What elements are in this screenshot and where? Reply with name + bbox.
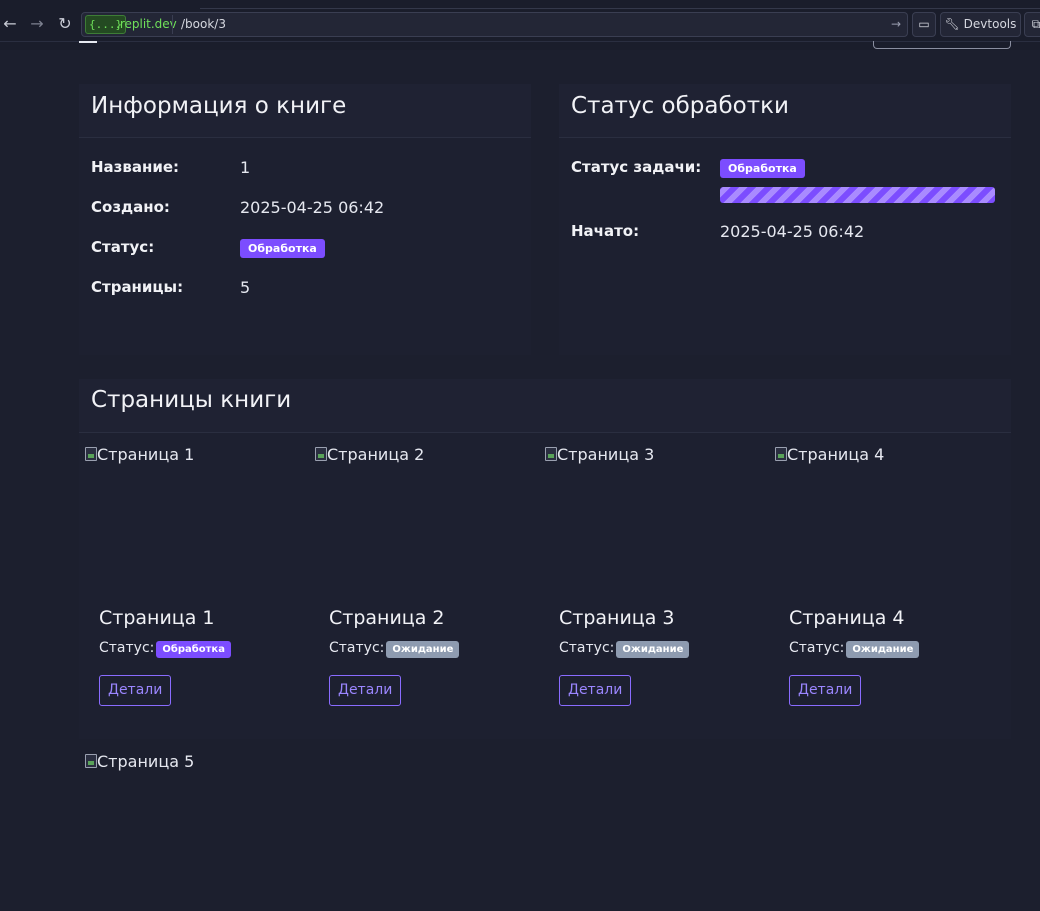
address-bar[interactable]: {...} .replit.dev /book/3 →: [81, 12, 908, 37]
page-status-badge: Обработка: [156, 641, 231, 658]
page-card: Страница 5: [79, 742, 309, 911]
menu-icon[interactable]: [79, 41, 97, 43]
page-status-badge: Ожидание: [616, 641, 690, 658]
details-button[interactable]: Детали: [329, 675, 402, 706]
book-pages-card: Страницы книги Страница 1 Страница 1 Ста…: [79, 379, 1011, 739]
title-value: 1: [240, 158, 251, 177]
card-header: Информация о книге: [79, 84, 531, 138]
broken-image-icon: [775, 447, 787, 461]
task-status-label: Статус задачи:: [571, 158, 702, 176]
details-button[interactable]: Детали: [789, 675, 862, 706]
processing-status-card: Статус обработки Статус задачи: Обработк…: [559, 84, 1011, 355]
toolbar-top-edge: [200, 0, 1040, 9]
pages-count-label: Страницы:: [91, 278, 184, 296]
created-value: 2025-04-25 06:42: [240, 198, 385, 217]
status-badge: Обработка: [240, 239, 325, 258]
open-new-window-icon[interactable]: ⧉: [1024, 12, 1040, 37]
details-button[interactable]: Детали: [559, 675, 632, 706]
page-image[interactable]: Страница 5: [85, 752, 194, 771]
page-image-alt: Страница 5: [97, 752, 195, 771]
page-status-label: Статус:: [559, 640, 615, 656]
created-label: Создано:: [91, 198, 170, 216]
page-status-badge: Ожидание: [846, 641, 920, 658]
devtools-label: Devtools: [963, 17, 1017, 31]
details-button[interactable]: Детали: [99, 675, 172, 706]
back-icon[interactable]: ←: [0, 14, 20, 34]
forward-icon[interactable]: →: [27, 14, 47, 34]
page-status-badge: Ожидание: [386, 641, 460, 658]
started-label: Начато:: [571, 222, 640, 240]
page-card: Страница 2 Страница 2 Статус: Ожидание Де…: [309, 433, 533, 733]
page-image[interactable]: Страница 1: [85, 445, 194, 464]
page-status: Статус: Ожидание: [329, 640, 460, 658]
reload-icon[interactable]: ↻: [55, 14, 75, 34]
page-title: Страница 2: [329, 607, 445, 629]
card-header: Статус обработки: [559, 84, 1011, 138]
page-image[interactable]: Страница 3: [545, 445, 654, 464]
broken-image-icon: [85, 447, 97, 461]
broken-image-icon: [315, 447, 327, 461]
page-title: Страница 3: [559, 607, 675, 629]
devtools-button[interactable]: 🔧︎ Devtools: [940, 12, 1021, 37]
page-status-label: Статус:: [329, 640, 385, 656]
book-info-title: Информация о книге: [91, 93, 347, 119]
started-value: 2025-04-25 06:42: [720, 222, 865, 241]
task-status-badge: Обработка: [720, 159, 805, 178]
page-image-alt: Страница 3: [557, 445, 655, 464]
status-label: Статус:: [91, 238, 155, 256]
url-path[interactable]: /book/3: [181, 16, 226, 33]
page-status: Статус: Ожидание: [559, 640, 690, 658]
screen-icon[interactable]: ▭: [912, 12, 936, 37]
page-status-label: Статус:: [99, 640, 155, 656]
page-image-alt: Страница 1: [97, 445, 195, 464]
page-image-alt: Страница 4: [787, 445, 885, 464]
book-pages-title: Страницы книги: [91, 387, 292, 413]
broken-image-icon: [85, 754, 97, 768]
wrench-icon: 🔧︎: [944, 17, 960, 31]
page-card: Страница 1 Страница 1 Статус: Обработка Д…: [79, 433, 303, 733]
card-header: Страницы книги: [79, 379, 1011, 433]
url-domain: .replit.dev: [116, 17, 177, 31]
page-status: Статус: Ожидание: [789, 640, 920, 658]
book-info-card: Информация о книге Название: 1 Создано: …: [79, 84, 531, 355]
page-status-label: Статус:: [789, 640, 845, 656]
page-card: Страница 4 Страница 4 Статус: Ожидание Де…: [769, 433, 993, 733]
page-card: Страница 3 Страница 3 Статус: Ожидание Де…: [539, 433, 763, 733]
page-image[interactable]: Страница 4: [775, 445, 884, 464]
pages-count-value: 5: [240, 278, 251, 297]
progress-bar: [720, 187, 995, 203]
processing-status-title: Статус обработки: [571, 93, 789, 119]
header-action-button[interactable]: [873, 41, 1011, 49]
page-image-alt: Страница 2: [327, 445, 425, 464]
page-status: Статус: Обработка: [99, 640, 231, 658]
url-separator: [172, 15, 173, 34]
page-image[interactable]: Страница 2: [315, 445, 424, 464]
page-title: Страница 1: [99, 607, 215, 629]
page-title: Страница 4: [789, 607, 905, 629]
title-label: Название:: [91, 158, 180, 176]
broken-image-icon: [545, 447, 557, 461]
go-icon[interactable]: →: [891, 16, 901, 33]
